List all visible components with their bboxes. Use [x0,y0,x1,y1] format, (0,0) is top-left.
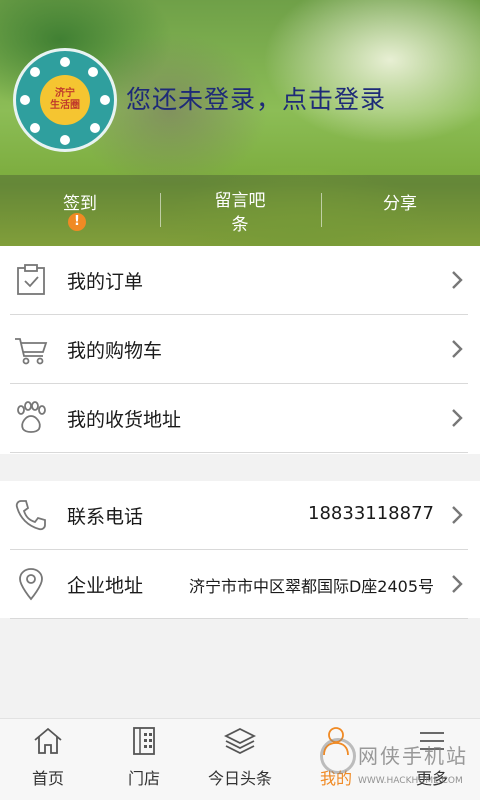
nav-home-label: 首页 [31,769,64,788]
chevron-right-icon [452,340,463,358]
profile-action-bar: 签到 留言吧条 分享 [0,175,480,246]
nav-more-label: 更多 [415,769,448,788]
user-icon [323,727,349,756]
account-menu: 我的订单 我的购物车 我的收货地址 [0,246,480,454]
orders-row[interactable]: 我的订单 [0,246,480,315]
action-divider [321,193,322,227]
home-icon [34,727,62,754]
chevron-right-icon [452,575,463,593]
chevron-right-icon [452,271,463,289]
checkin-button[interactable]: 签到 [0,175,160,246]
share-label: 分享 [383,194,417,214]
profile-header: 济宁 生活圈 您还未登录，点击登录 签到 留言吧条 分享 ! [0,0,480,246]
clipboard-check-icon [17,264,45,295]
nav-store-label: 门店 [127,769,160,788]
nav-headlines[interactable]: 今日头条 [192,719,288,800]
checkin-alert-badge: ! [68,213,86,231]
share-button[interactable]: 分享 [320,175,480,246]
nav-mine-label: 我的 [319,769,352,788]
app-logo: 济宁 生活圈 [13,48,117,152]
shipping-address-label: 我的收货地址 [67,409,182,431]
cart-label: 我的购物车 [67,340,163,362]
action-divider [160,193,161,227]
menu-icon [420,732,444,750]
shipping-address-row[interactable]: 我的收货地址 [0,384,480,453]
nav-store[interactable]: 门店 [96,719,192,800]
phone-row[interactable]: 联系电话 18833118877 [0,481,480,550]
message-button[interactable]: 留言吧条 [160,175,320,246]
chevron-right-icon [452,409,463,427]
row-divider [10,452,468,453]
nav-more[interactable]: 更多 [384,719,480,800]
row-divider [10,618,468,619]
location-pin-icon [19,568,43,601]
paw-icon [17,401,46,433]
company-address-value: 济宁市市中区翠都国际D座2405号 [188,577,434,596]
company-address-row[interactable]: 企业地址 济宁市市中区翠都国际D座2405号 [0,550,480,619]
phone-icon [15,500,46,531]
checkin-label: 签到 [63,194,97,214]
login-prompt[interactable]: 您还未登录，点击登录 [126,80,386,116]
orders-label: 我的订单 [67,271,144,293]
nav-headlines-label: 今日头条 [207,769,272,788]
layers-icon [224,727,256,755]
logo-text-line2: 生活圈 [50,100,80,111]
nav-mine[interactable]: 我的 [288,719,384,800]
chevron-right-icon [452,506,463,524]
company-address-label: 企业地址 [67,575,144,597]
message-label: 留言吧条 [214,191,266,235]
cart-row[interactable]: 我的购物车 [0,315,480,384]
building-icon [133,727,155,755]
bottom-nav: 首页 门店 今日头条 我的 更多 [0,718,480,800]
logo-text-line1: 济宁 [55,88,75,99]
contact-info: 联系电话 18833118877 企业地址 济宁市市中区翠都国际D座2405号 [0,481,480,619]
shopping-cart-icon [15,338,48,365]
phone-label: 联系电话 [67,506,144,528]
phone-number: 18833118877 [308,503,434,524]
nav-home[interactable]: 首页 [0,719,96,800]
